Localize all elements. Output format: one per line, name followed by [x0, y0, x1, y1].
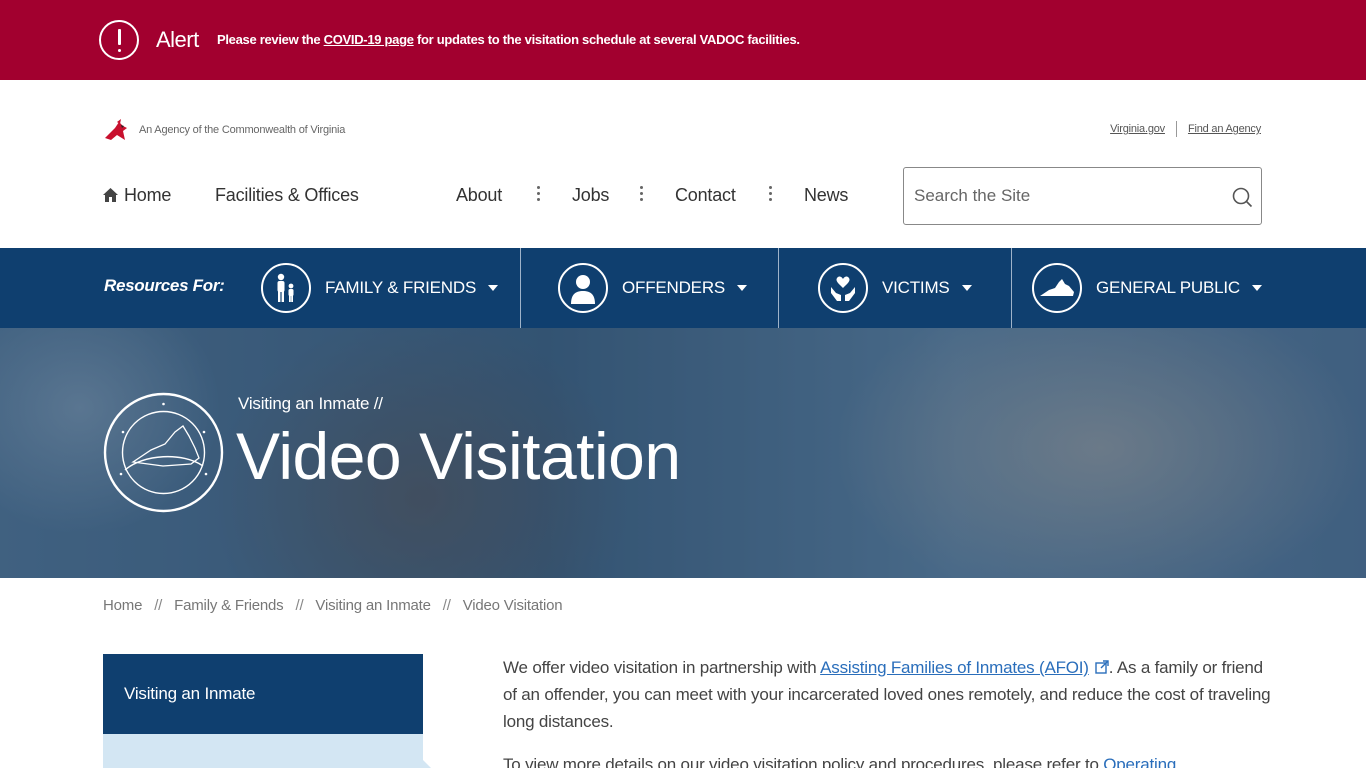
- search-input[interactable]: [914, 183, 1214, 209]
- nav-separator-icon: [769, 186, 773, 202]
- resource-divider: [520, 248, 521, 328]
- caret-down-icon: [488, 285, 499, 291]
- alert-exclamation-icon: [99, 20, 139, 60]
- resource-divider: [1011, 248, 1012, 328]
- covid-page-link[interactable]: COVID-19 page: [324, 32, 414, 47]
- resource-label: Family & Friends: [325, 278, 477, 297]
- resource-label: Victims: [882, 278, 950, 297]
- main-navigation: Home Facilities & Offices About Jobs Con…: [103, 182, 863, 208]
- operating-procedures-link[interactable]: Operating: [1103, 755, 1176, 768]
- nav-separator-icon: [640, 186, 644, 202]
- breadcrumb-family-friends[interactable]: Family & Friends: [174, 597, 284, 614]
- side-nav-heading[interactable]: Visiting an Inmate: [103, 654, 423, 734]
- cardinal-logo-icon: [105, 119, 127, 140]
- policy-paragraph: To view more details on our video visita…: [503, 751, 1273, 768]
- caret-down-icon: [1251, 285, 1262, 291]
- heart-hands-icon: [818, 263, 868, 313]
- resource-victims[interactable]: Victims: [818, 248, 972, 328]
- side-nav-active-item[interactable]: [103, 734, 433, 768]
- family-icon: [261, 263, 311, 313]
- breadcrumb-home[interactable]: Home: [103, 597, 142, 614]
- nav-jobs[interactable]: Jobs: [572, 182, 609, 208]
- breadcrumb-separator: //: [442, 597, 451, 614]
- search-box: [903, 167, 1262, 225]
- nav-contact[interactable]: Contact: [675, 182, 736, 208]
- virginia-map-icon: [1032, 263, 1082, 313]
- breadcrumb-separator: //: [295, 597, 304, 614]
- breadcrumb-current: Video Visitation: [462, 597, 563, 614]
- resource-general-public[interactable]: General Public: [1032, 248, 1262, 328]
- caret-down-icon: [737, 285, 748, 291]
- afoi-link[interactable]: Assisting Families of Inmates (AFOI): [820, 658, 1089, 677]
- alert-title: Alert: [156, 27, 199, 52]
- offender-icon: [558, 263, 608, 313]
- resource-family-friends[interactable]: Family & Friends: [261, 248, 499, 328]
- external-link-icon: [1095, 660, 1109, 674]
- alert-banner: Alert Please review the COVID-19 page fo…: [0, 0, 1366, 80]
- resources-bar: Resources For: Family & Friends Offender…: [0, 248, 1366, 328]
- nav-separator-icon: [537, 186, 541, 202]
- resource-label: Offenders: [622, 278, 726, 297]
- resource-divider: [778, 248, 779, 328]
- alert-message: Please review the COVID-19 page for upda…: [217, 32, 800, 47]
- agency-tagline-row: An Agency of the Commonwealth of Virgini…: [103, 118, 345, 142]
- caret-down-icon: [961, 285, 972, 291]
- home-icon: [103, 188, 118, 202]
- department-seal-icon: [103, 392, 224, 513]
- nav-facilities[interactable]: Facilities & Offices: [215, 182, 359, 208]
- nav-news[interactable]: News: [804, 182, 848, 208]
- agency-tagline: An Agency of the Commonwealth of Virgini…: [139, 124, 346, 136]
- breadcrumb-separator: //: [154, 597, 163, 614]
- hero-banner: Visiting an Inmate // Video Visitation: [0, 328, 1366, 578]
- hero-parent-link[interactable]: Visiting an Inmate //: [238, 394, 383, 414]
- find-agency-link[interactable]: Find an Agency: [1188, 123, 1261, 135]
- search-icon[interactable]: [1231, 186, 1253, 208]
- breadcrumb-visiting-inmate[interactable]: Visiting an Inmate: [315, 597, 431, 614]
- breadcrumb: Home // Family & Friends // Visiting an …: [103, 597, 563, 614]
- resources-label: Resources For:: [104, 276, 225, 295]
- resource-label: General Public: [1096, 278, 1240, 297]
- nav-home[interactable]: Home: [103, 182, 171, 208]
- intro-paragraph: We offer video visitation in partnership…: [503, 658, 1271, 731]
- resource-offenders[interactable]: Offenders: [558, 248, 748, 328]
- nav-about[interactable]: About: [456, 182, 502, 208]
- utility-links: Virginia.gov Find an Agency: [1110, 121, 1261, 137]
- main-content: We offer video visitation in partnership…: [503, 654, 1273, 768]
- virginia-gov-link[interactable]: Virginia.gov: [1110, 123, 1165, 135]
- utility-divider: [1175, 121, 1177, 137]
- page-title: Video Visitation: [236, 419, 681, 493]
